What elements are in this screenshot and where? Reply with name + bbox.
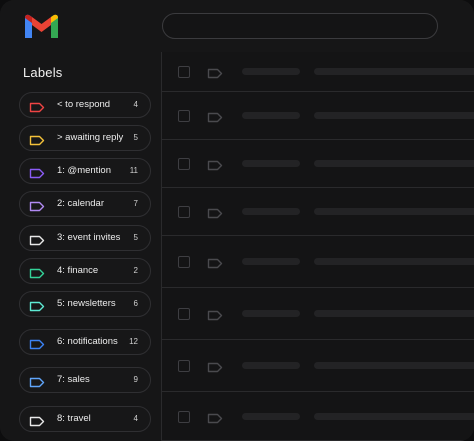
label-item[interactable]: 5: newsletters 6 bbox=[19, 291, 151, 317]
label-item[interactable]: > awaiting reply 5 bbox=[19, 125, 151, 151]
label-tag-icon[interactable] bbox=[207, 411, 223, 424]
email-row[interactable] bbox=[162, 92, 474, 140]
sender-placeholder bbox=[242, 258, 300, 265]
labels-heading: Labels bbox=[23, 65, 63, 80]
email-list bbox=[162, 52, 474, 441]
email-row[interactable] bbox=[162, 188, 474, 236]
app-window: Labels < to respond 4 > awaiting reply 5 1: … bbox=[0, 0, 474, 441]
label-item[interactable]: 1: @mention 11 bbox=[19, 158, 151, 184]
sender-placeholder bbox=[242, 208, 300, 215]
top-bar bbox=[0, 0, 474, 53]
label-count: 7 bbox=[133, 199, 138, 208]
label-tag-icon bbox=[29, 100, 45, 113]
label-name: < to respond bbox=[57, 99, 111, 110]
label-count: 9 bbox=[133, 375, 138, 384]
subject-placeholder bbox=[314, 68, 474, 75]
label-count: 5 bbox=[133, 133, 138, 142]
email-row[interactable] bbox=[162, 52, 474, 92]
sidebar: Labels < to respond 4 > awaiting reply 5 1: … bbox=[0, 52, 162, 441]
label-item[interactable]: < to respond 4 bbox=[19, 92, 151, 118]
email-row[interactable] bbox=[162, 140, 474, 188]
gmail-logo-icon[interactable] bbox=[23, 12, 60, 40]
row-checkbox[interactable] bbox=[178, 158, 190, 170]
subject-placeholder bbox=[314, 160, 474, 167]
label-count: 4 bbox=[133, 414, 138, 423]
label-item[interactable]: 2: calendar 7 bbox=[19, 191, 151, 217]
label-tag-icon[interactable] bbox=[207, 66, 223, 79]
label-tag-icon bbox=[29, 266, 45, 279]
label-name: 6: notifications bbox=[57, 336, 118, 347]
subject-placeholder bbox=[314, 413, 474, 420]
label-count: 5 bbox=[133, 233, 138, 242]
sender-placeholder bbox=[242, 413, 300, 420]
label-tag-icon[interactable] bbox=[207, 158, 223, 171]
email-row[interactable] bbox=[162, 236, 474, 288]
label-tag-icon bbox=[29, 375, 45, 388]
subject-placeholder bbox=[314, 362, 474, 369]
email-row[interactable] bbox=[162, 340, 474, 392]
row-checkbox[interactable] bbox=[178, 308, 190, 320]
label-name: > awaiting reply bbox=[57, 132, 124, 143]
label-name: 7: sales bbox=[57, 374, 90, 385]
label-item[interactable]: 7: sales 9 bbox=[19, 367, 151, 393]
label-item[interactable]: 4: finance 2 bbox=[19, 258, 151, 284]
row-checkbox[interactable] bbox=[178, 66, 190, 78]
label-count: 2 bbox=[133, 266, 138, 275]
email-row[interactable] bbox=[162, 288, 474, 340]
label-tag-icon bbox=[29, 133, 45, 146]
label-tag-icon bbox=[29, 166, 45, 179]
label-tag-icon[interactable] bbox=[207, 256, 223, 269]
label-name: 5: newsletters bbox=[57, 298, 116, 309]
label-tag-icon bbox=[29, 199, 45, 212]
row-checkbox[interactable] bbox=[178, 206, 190, 218]
label-name: 4: finance bbox=[57, 265, 99, 276]
sender-placeholder bbox=[242, 112, 300, 119]
label-count: 11 bbox=[129, 166, 138, 175]
subject-placeholder bbox=[314, 208, 474, 215]
sender-placeholder bbox=[242, 160, 300, 167]
sender-placeholder bbox=[242, 68, 300, 75]
row-checkbox[interactable] bbox=[178, 360, 190, 372]
label-tag-icon[interactable] bbox=[207, 206, 223, 219]
sender-placeholder bbox=[242, 362, 300, 369]
row-checkbox[interactable] bbox=[178, 256, 190, 268]
label-name: 3: event invites bbox=[57, 232, 121, 243]
label-name: 1: @mention bbox=[57, 165, 112, 176]
row-checkbox[interactable] bbox=[178, 411, 190, 423]
label-tag-icon[interactable] bbox=[207, 360, 223, 373]
subject-placeholder bbox=[314, 112, 474, 119]
sender-placeholder bbox=[242, 310, 300, 317]
subject-placeholder bbox=[314, 310, 474, 317]
email-row[interactable] bbox=[162, 392, 474, 441]
label-name: 2: calendar bbox=[57, 198, 105, 209]
row-checkbox[interactable] bbox=[178, 110, 190, 122]
subject-placeholder bbox=[314, 258, 474, 265]
label-tag-icon bbox=[29, 233, 45, 246]
label-tag-icon[interactable] bbox=[207, 110, 223, 123]
label-tag-icon bbox=[29, 414, 45, 427]
label-tag-icon bbox=[29, 337, 45, 350]
label-item[interactable]: 6: notifications 12 bbox=[19, 329, 151, 355]
label-tag-icon[interactable] bbox=[207, 308, 223, 321]
label-item[interactable]: 3: event invites 5 bbox=[19, 225, 151, 251]
search-input[interactable] bbox=[162, 13, 438, 39]
label-count: 12 bbox=[129, 337, 138, 346]
label-name: 8: travel bbox=[57, 413, 91, 424]
label-count: 4 bbox=[133, 100, 138, 109]
label-tag-icon bbox=[29, 299, 45, 312]
label-count: 6 bbox=[133, 299, 138, 308]
label-item[interactable]: 8: travel 4 bbox=[19, 406, 151, 432]
